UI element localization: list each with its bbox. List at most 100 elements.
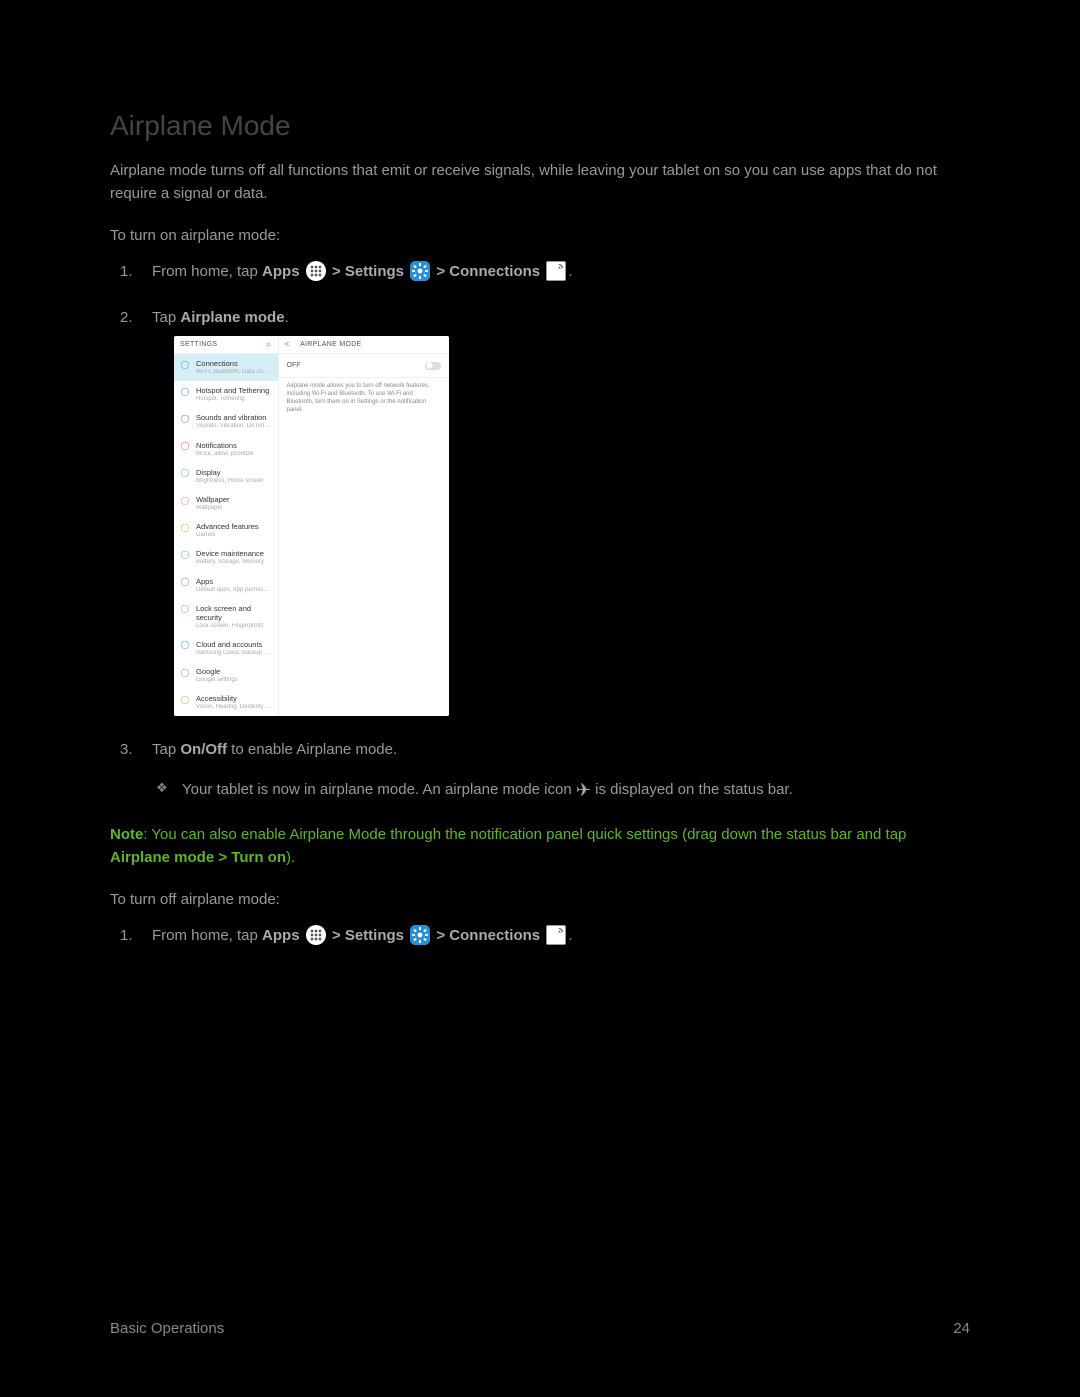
shot-list-item: ◯ Lock screen and securityLock screen, Fi… — [174, 599, 278, 635]
onoff-label: On/Off — [180, 741, 227, 758]
shot-list-item: ◯Advanced featuresGames — [174, 517, 278, 544]
step-1: From home, tap Apps > Settings > Connect… — [152, 260, 970, 284]
shot-settings-title: SETTINGS — [180, 339, 217, 350]
shot-item-subtitle: Battery, Storage, Memory — [196, 559, 272, 566]
settings-screenshot: SETTINGS ⌕ ◯ ConnectionsWi-Fi, Bluetooth,… — [174, 336, 449, 716]
shot-item-title: Cloud and accounts — [196, 640, 272, 649]
airplane-icon: ✈ — [576, 781, 591, 799]
shot-description: Airplane mode allows you to turn off net… — [279, 378, 450, 418]
sep: > — [332, 263, 345, 280]
intro-text: Airplane mode turns off all functions th… — [110, 160, 970, 205]
footer-section: Basic Operations — [110, 1320, 224, 1337]
settings-icon — [410, 925, 430, 945]
shot-right-pane: < AIRPLANE MODE OFF Airplane mode allows… — [279, 336, 450, 716]
step-off-1: From home, tap Apps > Settings > Connect… — [152, 924, 970, 948]
shot-list-item: ◯ Device maintenanceBattery, Storage, Mem… — [174, 544, 278, 571]
shot-item-icon: ◯ — [180, 469, 190, 479]
shot-list-item: ◯DisplayBrightness, Home screen — [174, 463, 278, 490]
apps-icon — [306, 925, 326, 945]
connections-label: Connections — [449, 263, 540, 280]
shot-left-header: SETTINGS ⌕ — [174, 336, 278, 354]
shot-item-subtitle: Samsung Cloud, Backup and restore — [196, 650, 272, 657]
shot-item-icon: ◯ — [180, 668, 190, 678]
shot-item-subtitle: Google settings — [196, 677, 272, 684]
shot-item-title: Advanced features — [196, 522, 272, 531]
shot-item-title: Notifications — [196, 441, 272, 450]
shot-item-title: Device maintenance — [196, 549, 272, 558]
note-text: ). — [286, 849, 295, 866]
note-label: Note — [110, 826, 143, 843]
steps-off: From home, tap Apps > Settings > Connect… — [110, 924, 970, 948]
sep: > — [332, 927, 345, 944]
back-icon: < — [285, 337, 291, 351]
footer-page-number: 24 — [953, 1320, 970, 1337]
step-3: Tap On/Off to enable Airplane mode. Your… — [152, 738, 970, 802]
step-text: From home, tap — [152, 927, 262, 944]
shot-item-title: Accessibility — [196, 694, 272, 703]
shot-airplanemode-title: AIRPLANE MODE — [300, 339, 361, 350]
shot-list-item: ◯ Sounds and vibrationSounds, Vibration, … — [174, 408, 278, 435]
shot-item-icon: ◯ — [180, 496, 190, 506]
step-text: Tap — [152, 309, 180, 326]
shot-item-title: Connections — [196, 359, 272, 368]
shot-item-icon: ◯ — [180, 414, 190, 424]
shot-item-subtitle: Default apps, App permissions — [196, 587, 272, 594]
shot-item-subtitle: Wi-Fi, Bluetooth, Data usage, Airplane m… — [196, 369, 272, 376]
shot-item-icon: ◯ — [180, 695, 190, 705]
shot-item-title: Hotspot and Tethering — [196, 386, 272, 395]
apps-label: Apps — [262, 927, 300, 944]
shot-item-subtitle: Hotspot, Tethering — [196, 396, 272, 403]
settings-label: Settings — [345, 263, 404, 280]
shot-item-subtitle: Block, allow, prioritize — [196, 451, 272, 458]
shot-item-subtitle: Lock screen, Fingerprints — [196, 623, 272, 630]
shot-item-title: Wallpaper — [196, 495, 272, 504]
result-text: is displayed on the status bar. — [591, 781, 793, 798]
shot-list-item: ◯ GoogleGoogle settings — [174, 662, 278, 689]
toggle-icon — [425, 362, 441, 370]
shot-item-icon: ◯ — [180, 387, 190, 397]
shot-off-row: OFF — [279, 354, 450, 378]
step-text: . — [568, 263, 572, 280]
connections-icon — [546, 925, 566, 945]
shot-item-icon: ◯ — [180, 641, 190, 651]
step-text: . — [285, 309, 289, 326]
step-3-result: Your tablet is now in airplane mode. An … — [152, 778, 970, 802]
shot-item-title: Sounds and vibration — [196, 413, 272, 422]
shot-item-subtitle: Wallpaper — [196, 505, 272, 512]
shot-item-icon: ◯ — [180, 442, 190, 452]
settings-icon — [410, 261, 430, 281]
connections-icon — [546, 261, 566, 281]
shot-item-title: Lock screen and security — [196, 604, 272, 622]
note: Note: You can also enable Airplane Mode … — [110, 824, 970, 869]
note-bold: Airplane mode > Turn on — [110, 849, 286, 866]
note-text: You can also enable Airplane Mode throug… — [151, 826, 906, 843]
search-icon: ⌕ — [266, 337, 271, 351]
shot-list-item: ◯ Hotspot and TetheringHotspot, Tethering — [174, 381, 278, 408]
shot-list-item: ◯ AppsDefault apps, App permissions — [174, 572, 278, 599]
shot-item-title: Apps — [196, 577, 272, 586]
shot-item-title: Display — [196, 468, 272, 477]
shot-off-label: OFF — [287, 360, 301, 371]
step-text: From home, tap — [152, 263, 262, 280]
settings-label: Settings — [345, 927, 404, 944]
shot-left-pane: SETTINGS ⌕ ◯ ConnectionsWi-Fi, Bluetooth,… — [174, 336, 279, 716]
apps-label: Apps — [262, 263, 300, 280]
shot-list-item: ◯ AccessibilityVision, Hearing, Dexterity… — [174, 689, 278, 716]
shot-item-title: Google — [196, 667, 272, 676]
shot-item-subtitle: Sounds, Vibration, Do not disturb — [196, 423, 272, 430]
page-footer: Basic Operations 24 — [110, 1320, 970, 1337]
step-text: to enable Airplane mode. — [227, 741, 397, 758]
step-text: Tap — [152, 741, 180, 758]
connections-label: Connections — [449, 927, 540, 944]
shot-item-subtitle: Vision, Hearing, Dexterity and interacti… — [196, 704, 272, 711]
shot-item-icon: ◯ — [180, 578, 190, 588]
shot-list-item: ◯ NotificationsBlock, allow, prioritize — [174, 436, 278, 463]
turn-on-heading: To turn on airplane mode: — [110, 227, 970, 244]
shot-item-icon: ◯ — [180, 550, 190, 560]
shot-item-icon: ◯ — [180, 605, 190, 615]
steps-on: From home, tap Apps > Settings > Connect… — [110, 260, 970, 802]
apps-icon — [306, 261, 326, 281]
sep: > — [436, 927, 449, 944]
shot-item-icon: ◯ — [180, 523, 190, 533]
result-text: Your tablet is now in airplane mode. An … — [182, 781, 576, 798]
